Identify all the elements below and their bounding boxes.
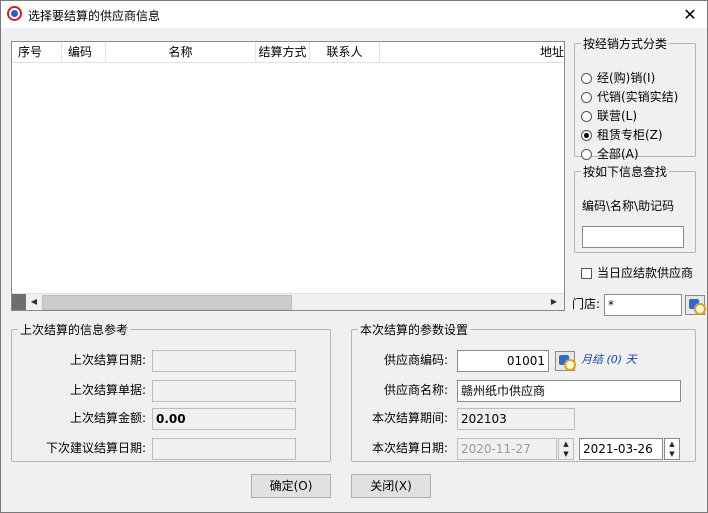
- radio-icon: [581, 92, 592, 103]
- close-icon[interactable]: ✕: [673, 1, 707, 28]
- last-amount-field: 0.00: [152, 408, 296, 430]
- horizontal-scrollbar[interactable]: ◀ ▶: [12, 293, 564, 310]
- last-date-label: 上次结算日期:: [69, 353, 146, 367]
- params-title: 本次结算的参数设置: [360, 323, 469, 337]
- col-name[interactable]: 名称: [106, 42, 256, 62]
- supplier-code-input[interactable]: 01001: [457, 350, 549, 372]
- spin-down-icon[interactable]: ▼: [665, 449, 679, 459]
- radio-icon: [581, 111, 592, 122]
- ok-button[interactable]: 确定(O): [251, 474, 331, 498]
- period-field: 202103: [457, 408, 575, 430]
- scroll-corner: [12, 294, 26, 310]
- search-title: 按如下信息查找: [583, 165, 668, 179]
- close-button[interactable]: 关闭(X): [351, 474, 431, 498]
- date-from-field: 2020-11-27: [457, 438, 557, 460]
- radio-lease-counter[interactable]: 租赁专柜(Z): [581, 126, 663, 144]
- last-amount-label: 上次结算金额:: [69, 411, 146, 425]
- supplier-search-icon[interactable]: [555, 351, 576, 371]
- scroll-thumb[interactable]: [42, 295, 292, 310]
- radio-selected-icon: [581, 130, 592, 141]
- last-doc-label: 上次结算单据:: [69, 383, 146, 397]
- last-doc-field: [152, 380, 296, 402]
- checkbox-icon: [581, 268, 592, 279]
- today-settle-checkbox[interactable]: 当日应结款供应商: [581, 263, 693, 283]
- col-index[interactable]: 序号: [12, 42, 62, 62]
- spin-up-icon[interactable]: ▲: [665, 439, 679, 449]
- col-address[interactable]: 地址: [380, 42, 564, 62]
- classify-group: 按经销方式分类 经(购)销(I) 代销(实销实结) 联营(L) 租赁专柜(Z) …: [574, 35, 696, 161]
- scroll-left-icon[interactable]: ◀: [26, 294, 42, 310]
- date-to-spinner[interactable]: ▲ ▼: [664, 438, 680, 460]
- last-settle-group: 上次结算的信息参考 上次结算日期: 上次结算单据: 上次结算金额: 0.00 下…: [11, 321, 331, 462]
- col-contact[interactable]: 联系人: [310, 42, 380, 62]
- classify-title: 按经销方式分类: [583, 37, 668, 51]
- next-date-field: [152, 438, 296, 460]
- date-from-spinner: ▲ ▼: [558, 438, 574, 460]
- dialog-window: 选择要结算的供应商信息 ✕ 序号 编码 名称 结算方式 联系人 地址 ◀ ▶ 按…: [0, 0, 708, 513]
- window-title: 选择要结算的供应商信息: [28, 9, 161, 23]
- radio-all[interactable]: 全部(A): [581, 145, 639, 163]
- supplier-list[interactable]: 序号 编码 名称 结算方式 联系人 地址 ◀ ▶: [11, 41, 565, 311]
- store-search-icon[interactable]: [685, 295, 706, 315]
- settle-cycle-text: 月结 (0) 天: [581, 353, 637, 366]
- next-date-label: 下次建议结算日期:: [45, 441, 146, 455]
- search-group: 按如下信息查找 编码\名称\助记码: [574, 163, 696, 253]
- title-bar: 选择要结算的供应商信息 ✕: [1, 1, 707, 28]
- last-settle-title: 上次结算的信息参考: [20, 323, 129, 337]
- radio-icon: [581, 73, 592, 84]
- search-label: 编码\名称\助记码: [582, 199, 675, 213]
- radio-purchase-sale[interactable]: 经(购)销(I): [581, 69, 655, 87]
- date-to-input[interactable]: 2021-03-26: [579, 438, 663, 460]
- spin-up-icon: ▲: [563, 440, 569, 448]
- search-input[interactable]: [582, 226, 684, 248]
- supplier-name-input[interactable]: 赣州纸巾供应商: [457, 380, 681, 402]
- period-label: 本次结算期间:: [371, 411, 448, 425]
- store-label: 门店:: [572, 297, 601, 311]
- store-input[interactable]: *: [604, 294, 682, 316]
- spin-down-icon: ▼: [563, 450, 569, 458]
- col-code[interactable]: 编码: [62, 42, 106, 62]
- params-group: 本次结算的参数设置 供应商编码: 01001 月结 (0) 天 供应商名称: 赣…: [351, 321, 696, 462]
- supplier-code-label: 供应商编码:: [383, 353, 448, 367]
- col-settle-method[interactable]: 结算方式: [256, 42, 310, 62]
- settle-date-label: 本次结算日期:: [371, 441, 448, 455]
- supplier-name-label: 供应商名称:: [383, 383, 448, 397]
- radio-joint[interactable]: 联营(L): [581, 107, 637, 125]
- radio-icon: [581, 149, 592, 160]
- last-date-field: [152, 350, 296, 372]
- list-header: 序号 编码 名称 结算方式 联系人 地址: [12, 42, 564, 63]
- scroll-right-icon[interactable]: ▶: [546, 294, 562, 310]
- app-logo-icon: [7, 6, 22, 21]
- radio-consignment[interactable]: 代销(实销实结): [581, 88, 678, 106]
